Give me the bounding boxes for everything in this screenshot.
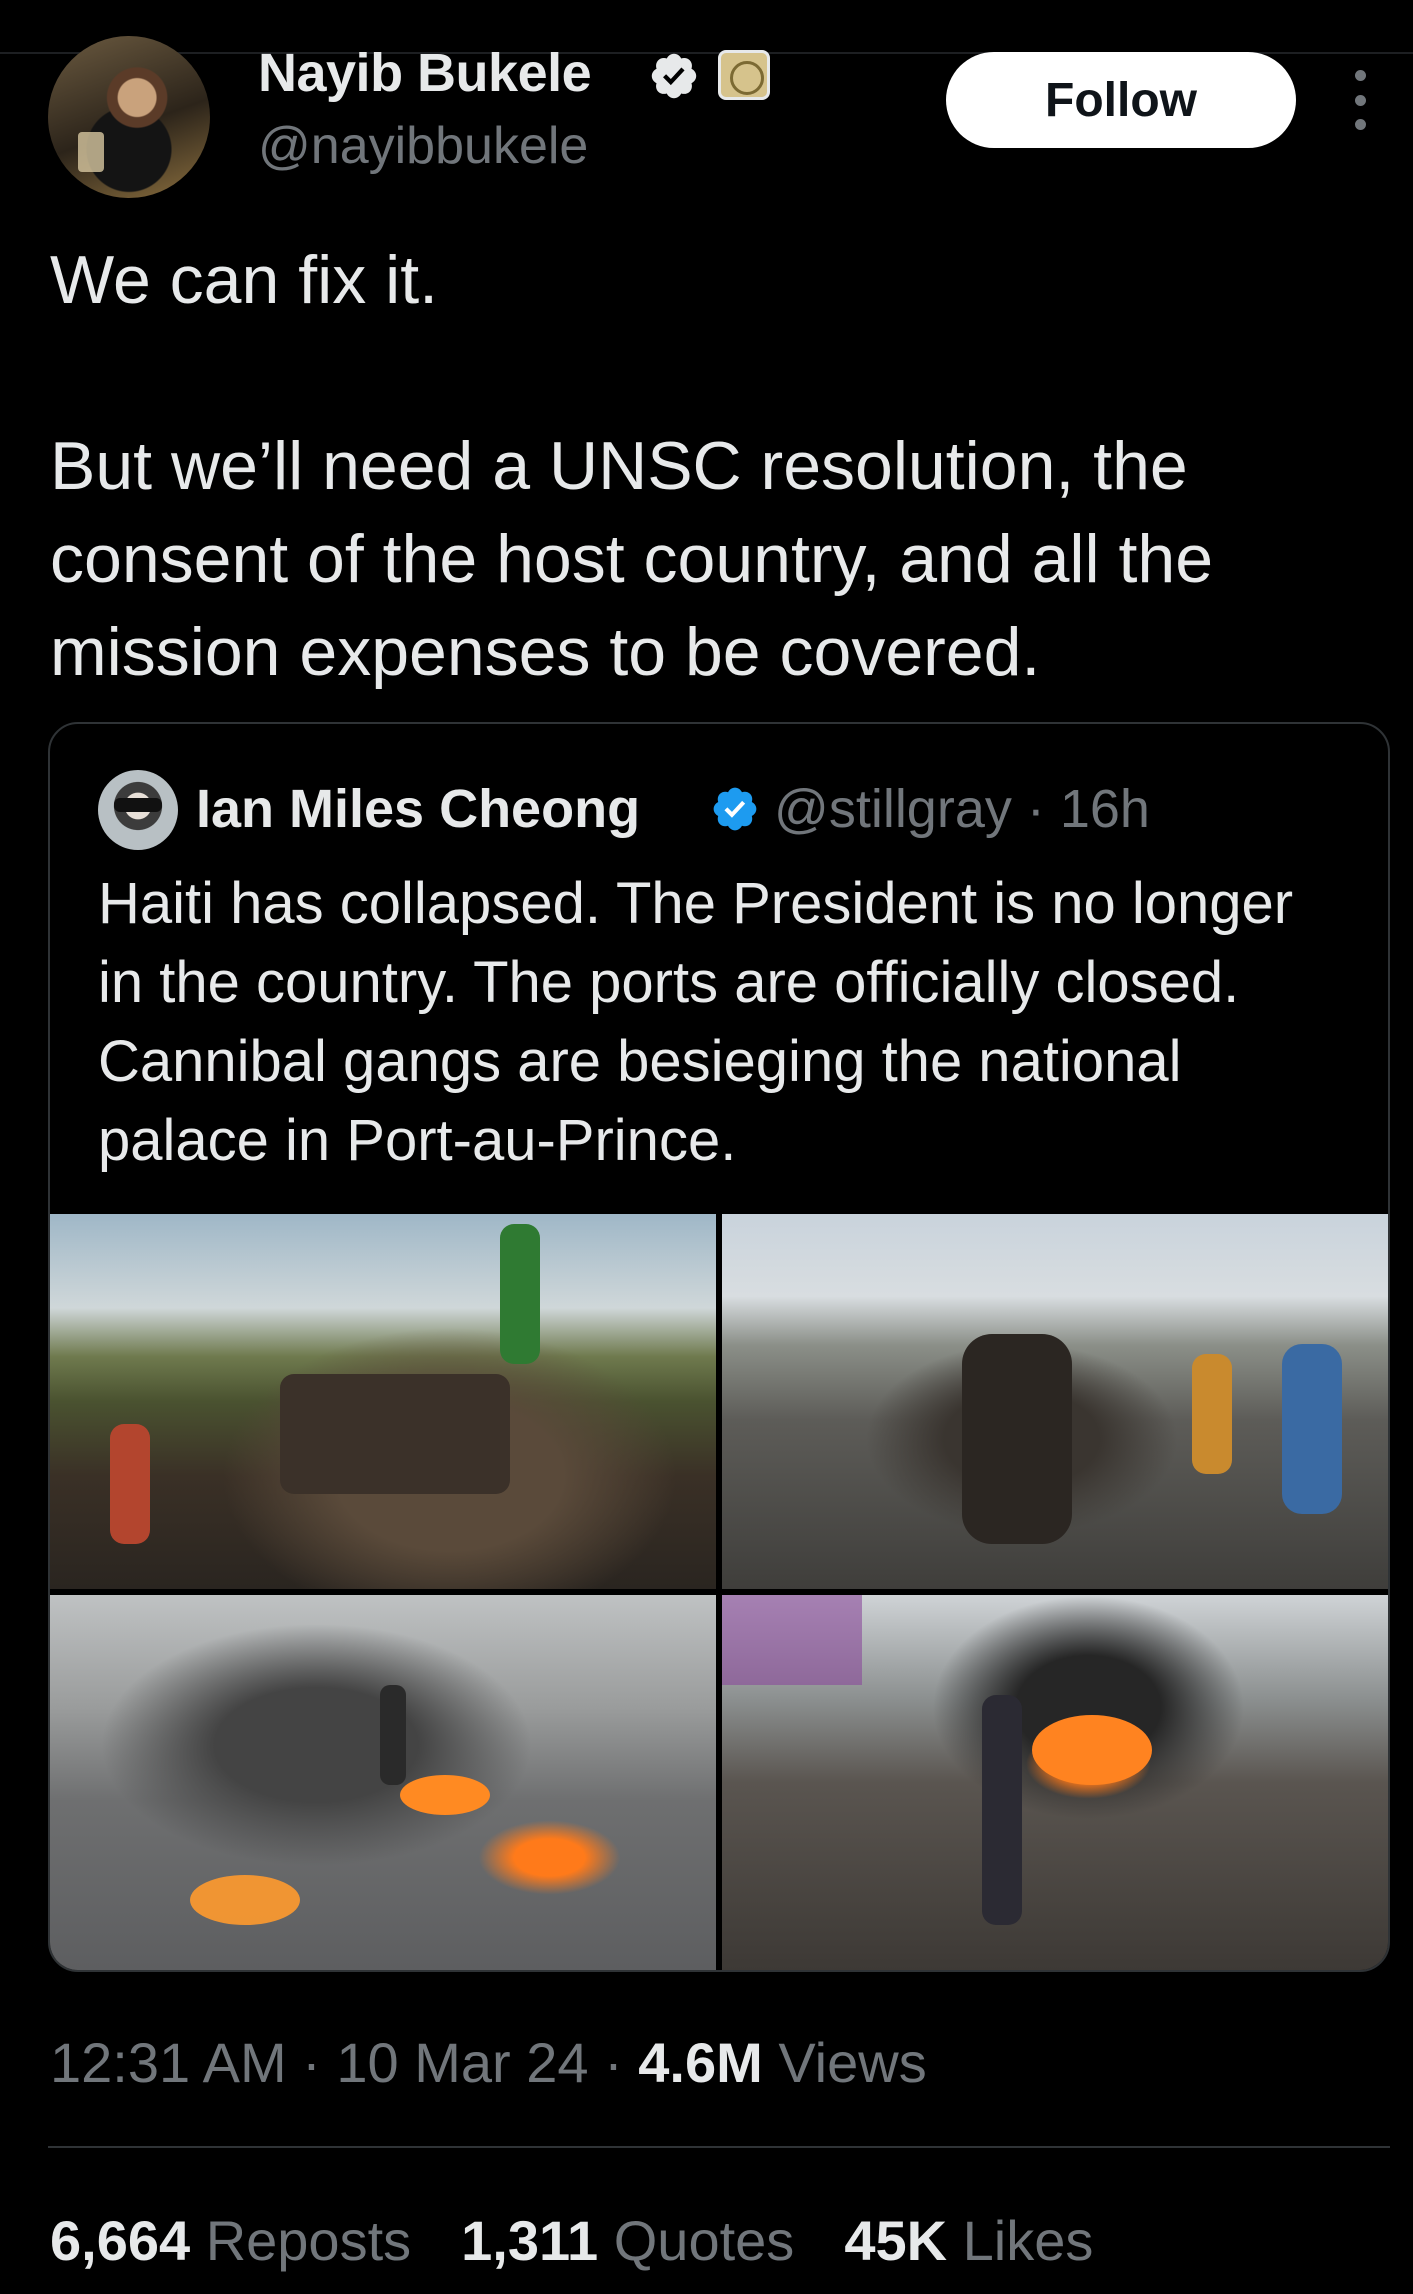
photo-grid (50, 1214, 1388, 1970)
tweet-timestamp[interactable]: 12:31 AM · 10 Mar 24 · (50, 2031, 638, 2094)
photo-burning-street[interactable] (50, 1595, 716, 1970)
tweet-meta: 12:31 AM · 10 Mar 24 · 4.6M Views (50, 2030, 927, 2095)
quoted-author-avatar (98, 770, 178, 850)
tweet-header: Nayib Bukele @nayibbukele Follow (0, 0, 1413, 200)
photo-man-by-fire[interactable] (722, 1595, 1388, 1970)
stats-divider (48, 2146, 1390, 2148)
reposts-stat[interactable]: 6,664 Reposts (50, 2208, 411, 2273)
likes-stat[interactable]: 45K Likes (844, 2208, 1093, 2273)
follow-button[interactable]: Follow (946, 52, 1296, 148)
verified-badge-icon (651, 53, 697, 99)
likes-label: Likes (962, 2209, 1094, 2272)
reposts-label: Reposts (205, 2209, 412, 2272)
tweet-paragraph-2: But we’ll need a UNSC resolution, the co… (50, 428, 1214, 690)
likes-count: 45K (844, 2209, 948, 2272)
quoted-author-name: Ian Miles Cheong (196, 779, 641, 839)
reposts-count: 6,664 (50, 2209, 191, 2272)
tweet-body: We can fix it. But we’ll need a UNSC res… (50, 234, 1370, 699)
views-count: 4.6M (638, 2031, 763, 2094)
photo-crowd-on-burned-car[interactable] (50, 1214, 716, 1589)
tweet-paragraph-1: We can fix it. (50, 242, 438, 318)
quoted-verified-badge-icon (713, 787, 757, 831)
avatar-detail (78, 132, 104, 172)
author-display-name[interactable]: Nayib Bukele (258, 42, 592, 104)
views-label: Views (762, 2031, 927, 2094)
author-avatar[interactable] (48, 36, 210, 198)
engagement-stats: 6,664 Reposts 1,311 Quotes 45K Likes (50, 2208, 1093, 2273)
quotes-label: Quotes (613, 2209, 795, 2272)
photo-protesters-in-street[interactable] (722, 1214, 1388, 1589)
quoted-tweet-text: Haiti has collapsed. The President is no… (98, 871, 1294, 1173)
quoted-handle-time: @stillgray · 16h (774, 779, 1150, 839)
quoted-tweet-card[interactable]: Ian Miles Cheong @stillgray · 16h Haiti … (48, 722, 1390, 1972)
government-flag-icon (718, 50, 770, 100)
quotes-count: 1,311 (461, 2209, 599, 2272)
more-options-icon[interactable] (1340, 70, 1380, 130)
quotes-stat[interactable]: 1,311 Quotes (461, 2208, 794, 2273)
author-handle[interactable]: @nayibbukele (258, 116, 588, 176)
